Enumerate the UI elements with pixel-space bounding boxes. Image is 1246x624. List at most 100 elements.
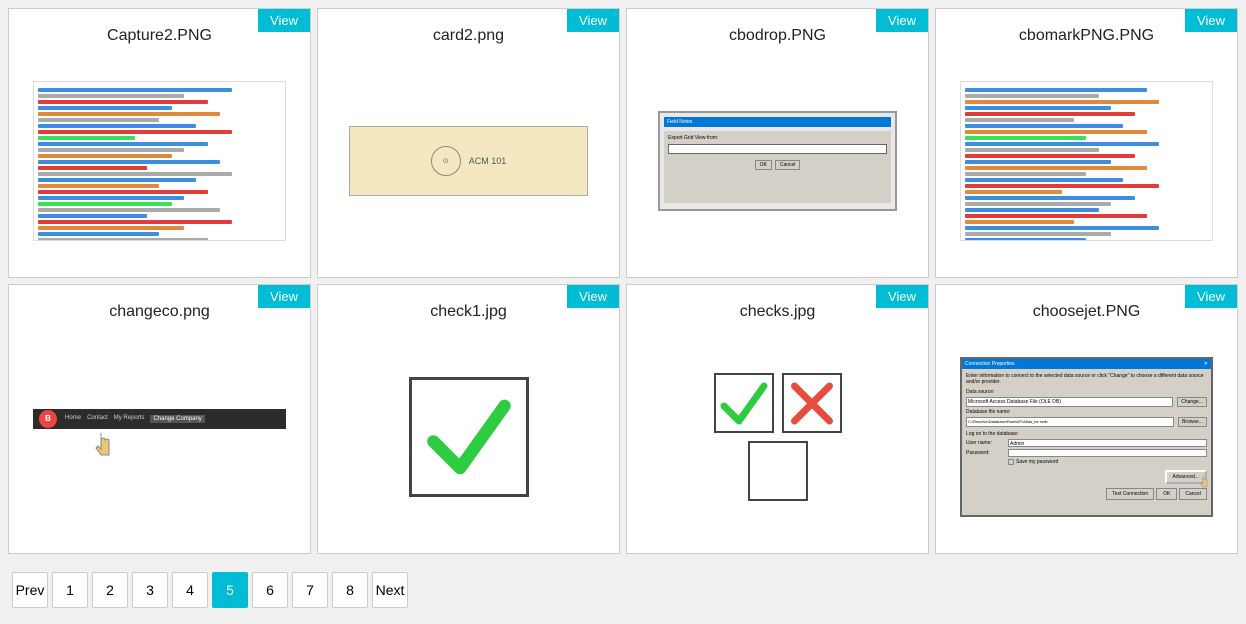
page-button-7[interactable]: 7 — [292, 572, 328, 608]
dialog-buttons: OK Cancel — [668, 160, 887, 170]
code-preview-2 — [960, 81, 1213, 241]
conn-filename-input: C:\Resolve\Database\Rules\IP\Atlas_be.md… — [966, 417, 1174, 427]
page-button-5[interactable]: 5 — [212, 572, 248, 608]
view-button-8[interactable]: View — [1185, 285, 1237, 308]
nav-logo: B — [39, 410, 57, 428]
conn-user-row: User name: Admin — [966, 439, 1207, 447]
pagination: Prev 1 2 3 4 5 6 7 8 Next — [8, 564, 1238, 616]
gallery-card-4: View cbomarkPNG.PNG — [935, 8, 1238, 278]
conn-datasource-row: Data source: — [966, 389, 1207, 395]
conn-adv-area: Advanced... — [966, 470, 1207, 484]
card-preview-3: Field Notes Export Grid View from: OK Ca… — [637, 55, 918, 267]
card-seal: ⊙ — [431, 146, 461, 176]
checks-top-row — [714, 373, 842, 433]
conn-password-row: Password: — [966, 449, 1207, 457]
view-button-7[interactable]: View — [876, 285, 928, 308]
card-title-1: Capture2.PNG — [107, 27, 212, 45]
conn-test-btn: Test Connection — [1106, 488, 1154, 500]
nav-preview: B Home Contact My Reports Change Company — [33, 409, 286, 466]
conn-logon-label: Log on to the database: — [966, 431, 1207, 437]
conn-save-text: Save my password — [1016, 459, 1058, 465]
dialog-preview: Field Notes Export Grid View from: OK Ca… — [658, 111, 897, 211]
view-button-4[interactable]: View — [1185, 9, 1237, 32]
page-button-8[interactable]: 8 — [332, 572, 368, 608]
card-title-3: cbodrop.PNG — [729, 27, 826, 45]
conn-action-btns: Test Connection OK Cancel — [966, 488, 1207, 500]
card-title-4: cbomarkPNG.PNG — [1019, 27, 1154, 45]
card-preview-6 — [328, 331, 609, 543]
nav-item-reports: My Reports — [114, 415, 145, 423]
card-preview-4 — [946, 55, 1227, 267]
card-title-6: check1.jpg — [430, 303, 507, 321]
page-button-2[interactable]: 2 — [92, 572, 128, 608]
view-button-3[interactable]: View — [876, 9, 928, 32]
dialog-body: Export Grid View from: OK Cancel — [664, 131, 891, 203]
conn-password-label: Password: — [966, 450, 1006, 456]
card-title-8: choosejet.PNG — [1033, 303, 1141, 321]
card-preview-5: B Home Contact My Reports Change Company — [19, 331, 300, 543]
green-checkmark — [719, 381, 769, 426]
page-button-4[interactable]: 4 — [172, 572, 208, 608]
dialog-input — [668, 144, 887, 154]
conn-description: Enter information to connect to the sele… — [966, 373, 1207, 385]
nav-cursor-area — [93, 433, 117, 466]
gallery-card-6: View check1.jpg — [317, 284, 620, 554]
gallery-grid: View Capture2.PNG — [8, 8, 1238, 554]
conn-datasource-input: Microsoft Access Database File (OLE DB) — [966, 397, 1173, 407]
card-text: ACM 101 — [469, 156, 507, 166]
card-preview-2: ⊙ ACM 101 — [328, 55, 609, 267]
conn-body: Enter information to connect to the sele… — [962, 369, 1211, 504]
next-button[interactable]: Next — [372, 572, 408, 608]
gallery-card-8: View choosejet.PNG Connection Properties… — [935, 284, 1238, 554]
dialog-label: Export Grid View from: — [668, 135, 887, 141]
page-button-6[interactable]: 6 — [252, 572, 288, 608]
checks-preview — [714, 373, 842, 501]
dialog-cancel-btn: Cancel — [775, 160, 801, 170]
card-preview-1 — [19, 55, 300, 267]
gallery-card-3: View cbodrop.PNG Field Notes Export Grid… — [626, 8, 929, 278]
conn-datasource-label: Data source: — [966, 389, 1006, 395]
dialog-ok-btn: OK — [755, 160, 772, 170]
gallery-card-7: View checks.jpg — [626, 284, 929, 554]
dialog-titlebar: Field Notes — [664, 117, 891, 127]
adv-cursor-icon — [1199, 476, 1211, 490]
conn-titlebar: Connection Properties ✕ — [962, 359, 1211, 369]
card-title-7: checks.jpg — [740, 303, 816, 321]
conn-advanced-btn: Advanced... — [1165, 470, 1207, 484]
conn-change-btn: Change... — [1177, 397, 1207, 407]
conn-save-row: Save my password — [966, 459, 1207, 465]
nav-items: Home Contact My Reports Change Company — [65, 415, 205, 423]
code-preview-1 — [33, 81, 286, 241]
nav-item-change: Change Company — [150, 415, 204, 423]
cursor-icon — [93, 433, 117, 461]
view-button-6[interactable]: View — [567, 285, 619, 308]
checkmark-icon — [424, 397, 514, 477]
conn-password-input — [1008, 449, 1207, 457]
conn-save-checkbox — [1008, 459, 1014, 465]
card-preview-8: Connection Properties ✕ Enter informatio… — [946, 331, 1227, 543]
gallery-card-5: View changeco.png B Home Contact My Repo… — [8, 284, 311, 554]
conn-user-input: Admin — [1008, 439, 1207, 447]
page-button-1[interactable]: 1 — [52, 572, 88, 608]
prev-button[interactable]: Prev — [12, 572, 48, 608]
conn-datasource-input-row: Microsoft Access Database File (OLE DB) … — [966, 397, 1207, 407]
conn-browse-btn: Browse... — [1178, 417, 1207, 427]
nav-item-contact: Contact — [87, 415, 108, 423]
conn-title-text: Connection Properties — [965, 361, 1014, 367]
nav-bar: B Home Contact My Reports Change Company — [33, 409, 286, 429]
page-button-3[interactable]: 3 — [132, 572, 168, 608]
conn-filename-label: Database file name: — [966, 409, 1010, 415]
empty-check-box — [748, 441, 808, 501]
gallery-card-2: View card2.png ⊙ ACM 101 — [317, 8, 620, 278]
green-check-box — [714, 373, 774, 433]
view-button-1[interactable]: View — [258, 9, 310, 32]
old-card-preview: ⊙ ACM 101 — [349, 126, 588, 196]
conn-dialog-preview: Connection Properties ✕ Enter informatio… — [960, 357, 1213, 517]
conn-filename-row: Database file name: — [966, 409, 1207, 415]
conn-ok-btn: OK — [1156, 488, 1177, 500]
card-title-5: changeco.png — [109, 303, 210, 321]
view-button-2[interactable]: View — [567, 9, 619, 32]
checkbox-preview — [409, 377, 529, 497]
red-x-icon — [787, 381, 837, 426]
view-button-5[interactable]: View — [258, 285, 310, 308]
